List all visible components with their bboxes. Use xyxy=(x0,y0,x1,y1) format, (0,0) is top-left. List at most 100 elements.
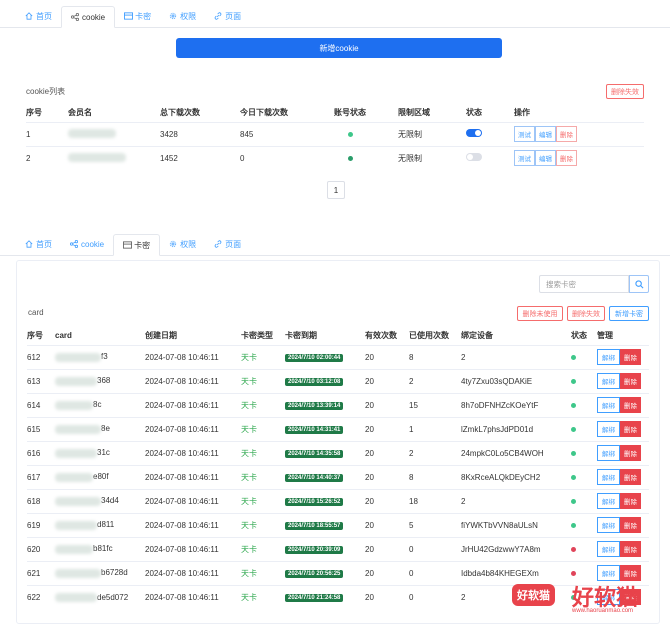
status-cell xyxy=(571,440,597,465)
delete-unused-button[interactable]: 删除未使用 xyxy=(517,306,563,321)
unbind-button[interactable]: 解绑 xyxy=(597,349,620,365)
card-search-input[interactable]: 搜索卡密 xyxy=(539,275,629,293)
expire-date-badge: 2024/7/10 03:12:08 xyxy=(285,378,344,386)
unbind-button[interactable]: 解绑 xyxy=(597,445,620,461)
manage-cell: 解绑 删除 xyxy=(597,392,649,417)
valid-count: 20 xyxy=(365,464,409,489)
unbind-button[interactable]: 解绑 xyxy=(597,397,620,413)
card-code-suffix: e80f xyxy=(93,472,109,482)
valid-count: 20 xyxy=(365,368,409,393)
account-status xyxy=(334,145,398,170)
delete-button[interactable]: 删除 xyxy=(620,541,641,557)
table-row: 617 e80f 2024-07-08 10:46:11 天卡 2024/7/10 14… xyxy=(27,464,649,489)
row-number: 618 xyxy=(27,488,55,513)
search-button[interactable] xyxy=(629,275,649,293)
column-header: 卡密到期 xyxy=(285,331,317,341)
tab-label: 页面 xyxy=(225,11,242,21)
card-code: 368 xyxy=(55,368,145,393)
created-date: 2024-07-08 10:46:11 xyxy=(145,512,241,537)
tab-permission[interactable]: 权限 xyxy=(160,233,205,255)
delete-button[interactable]: 删除 xyxy=(620,565,641,581)
tab-cookie[interactable]: cookie xyxy=(61,6,116,28)
unbind-button[interactable]: 解绑 xyxy=(597,541,620,557)
created-date: 2024-07-08 10:46:11 xyxy=(145,464,241,489)
member-name xyxy=(68,145,160,170)
created-date: 2024-07-08 10:46:11 xyxy=(145,392,241,417)
table-row: 612 f3 2024-07-08 10:46:11 天卡 2024/7/10 02:0… xyxy=(27,344,649,369)
delete-button[interactable]: 删除 xyxy=(620,373,641,389)
card-code-redacted xyxy=(55,520,97,530)
unbind-button[interactable]: 解绑 xyxy=(597,565,620,581)
delete-button[interactable]: 删除 xyxy=(620,469,641,485)
cookie-delete-invalid-button[interactable]: 删除失效 xyxy=(606,84,644,99)
tab-label: 卡密 xyxy=(134,240,151,250)
status-toggle[interactable] xyxy=(466,153,482,162)
delete-button[interactable]: 删除 xyxy=(556,126,577,142)
card-code-suffix: b81fc xyxy=(93,544,113,554)
card-code-suffix: 8e xyxy=(101,424,110,434)
edit-button[interactable]: 编辑 xyxy=(535,150,556,167)
unbind-button[interactable]: 解绑 xyxy=(597,517,620,533)
valid-count: 20 xyxy=(365,392,409,417)
tab-cookie[interactable]: cookie xyxy=(61,233,113,255)
gear-icon xyxy=(169,12,177,20)
status-cell xyxy=(571,512,597,537)
delete-button[interactable]: 删除 xyxy=(620,421,641,437)
share-icon xyxy=(71,13,79,21)
column-header: 状态 xyxy=(466,108,482,118)
unbind-button[interactable]: 解绑 xyxy=(597,421,620,437)
card-code: f3 xyxy=(55,344,145,369)
search-icon xyxy=(634,279,643,288)
delete-button[interactable]: 删除 xyxy=(620,349,641,365)
tab-label: 权限 xyxy=(180,239,197,249)
row-number: 1 xyxy=(26,121,68,146)
expire-cell: 2024/7/10 21:24:58 xyxy=(285,584,365,609)
column-header: 状态 xyxy=(571,331,587,341)
tab-card[interactable]: 卡密 xyxy=(115,5,160,27)
expire-date-badge: 2024/7/10 14:31:41 xyxy=(285,426,344,434)
edit-button[interactable]: 编辑 xyxy=(535,126,556,142)
account-status-dot xyxy=(348,155,353,161)
member-name xyxy=(68,121,160,146)
bound-device: 2 xyxy=(461,344,571,369)
unbind-button[interactable]: 解绑 xyxy=(597,493,620,509)
add-cookie-button[interactable]: 新增cookie xyxy=(176,38,502,58)
delete-button[interactable]: 删除 xyxy=(620,445,641,461)
created-date: 2024-07-08 10:46:11 xyxy=(145,368,241,393)
column-header: 创建日期 xyxy=(145,331,177,341)
card-delete-invalid-button[interactable]: 删除失效 xyxy=(567,306,605,321)
table-row: 620 b81fc 2024-07-08 10:46:11 天卡 2024/7/10 2… xyxy=(27,536,649,561)
delete-button[interactable]: 删除 xyxy=(620,397,641,413)
expire-cell: 2024/7/10 18:55:57 xyxy=(285,512,365,537)
manage-cell: 解绑 删除 xyxy=(597,488,649,513)
column-header: 管理 xyxy=(597,331,613,341)
test-button[interactable]: 测试 xyxy=(514,126,535,142)
card-icon xyxy=(123,241,133,249)
add-card-button[interactable]: 新增卡密 xyxy=(609,306,649,321)
pagination-page-1[interactable]: 1 xyxy=(327,181,345,199)
expire-cell: 2024/7/10 02:00:44 xyxy=(285,344,365,369)
row-number: 621 xyxy=(27,560,55,585)
delete-button[interactable]: 删除 xyxy=(620,517,641,533)
card-code: b6728d xyxy=(55,560,145,585)
column-header: 卡密类型 xyxy=(241,331,273,341)
card-code-redacted xyxy=(55,400,93,410)
tab-home[interactable]: 首页 xyxy=(16,5,61,27)
card-code-redacted xyxy=(55,376,97,386)
tab-page[interactable]: 页面 xyxy=(205,5,250,27)
tab-page[interactable]: 页面 xyxy=(205,233,250,255)
test-button[interactable]: 测试 xyxy=(514,150,535,167)
watermark-url: www.haoruanmao.com xyxy=(572,608,634,614)
tab-card[interactable]: 卡密 xyxy=(113,234,161,256)
unbind-button[interactable]: 解绑 xyxy=(597,469,620,485)
card-code-suffix: 8c xyxy=(93,400,102,410)
delete-button[interactable]: 删除 xyxy=(556,150,577,167)
link-icon xyxy=(214,240,222,248)
tab-label: 页面 xyxy=(225,239,242,249)
delete-button[interactable]: 删除 xyxy=(620,493,641,509)
tab-permission[interactable]: 权限 xyxy=(160,5,205,27)
unbind-button[interactable]: 解绑 xyxy=(597,373,620,389)
tab-home[interactable]: 首页 xyxy=(16,233,61,255)
card-code-suffix: f3 xyxy=(101,352,108,362)
status-toggle[interactable] xyxy=(466,129,482,137)
